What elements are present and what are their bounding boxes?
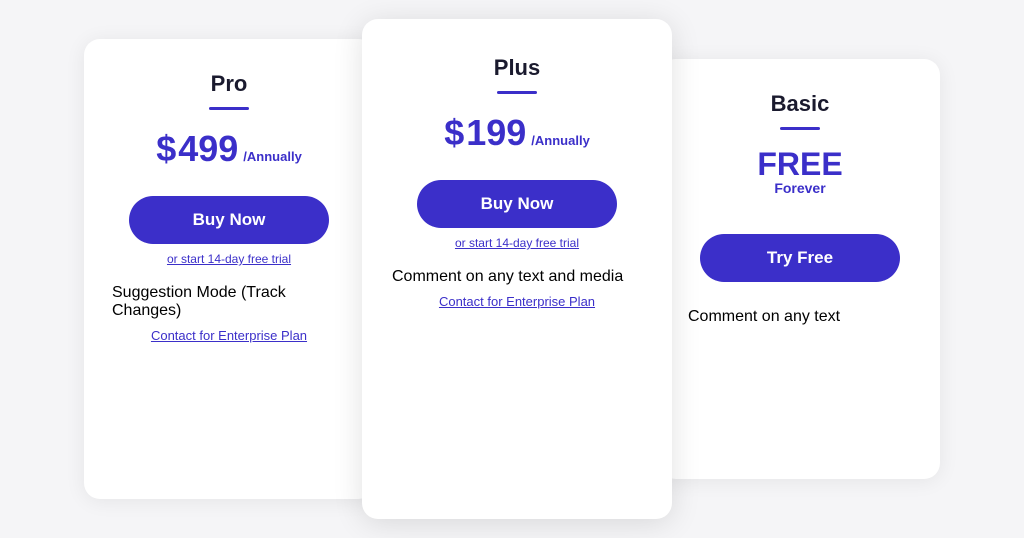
plus-price-period: /Annually xyxy=(531,133,590,148)
basic-title-underline xyxy=(780,127,820,130)
pro-card: Pro $ 499 /Annually Buy Now or start 14-… xyxy=(84,39,374,499)
pro-feature-list: Suggestion Mode (Track Changes) xyxy=(112,284,346,320)
pro-price-row: $ 499 /Annually xyxy=(156,128,302,170)
plus-price-row: $ 199 /Annually xyxy=(444,112,590,154)
plus-trial-link[interactable]: or start 14-day free trial xyxy=(455,236,579,250)
plus-price-block: $ 199 /Annually xyxy=(444,112,590,158)
plus-enterprise-link[interactable]: Contact for Enterprise Plan xyxy=(439,294,595,309)
pro-price-block: $ 499 /Annually xyxy=(156,128,302,174)
basic-title: Basic xyxy=(771,91,830,117)
pro-price-period: /Annually xyxy=(243,149,302,164)
pro-title: Pro xyxy=(211,71,248,97)
plus-card: Plus $ 199 /Annually Buy Now or start 14… xyxy=(362,19,672,519)
pro-price-dollar: $ xyxy=(156,128,176,170)
plus-feature-list: Comment on any text and media xyxy=(392,268,642,286)
plus-buy-button[interactable]: Buy Now xyxy=(417,180,617,228)
plus-price-dollar: $ xyxy=(444,112,464,154)
basic-try-button[interactable]: Try Free xyxy=(700,234,900,282)
basic-free-text: FREE xyxy=(757,148,842,180)
plus-price-amount: 199 xyxy=(466,112,526,154)
pro-title-underline xyxy=(209,107,249,110)
pro-price-amount: 499 xyxy=(178,128,238,170)
pro-trial-link[interactable]: or start 14-day free trial xyxy=(167,252,291,266)
basic-card: Basic FREE Forever Try Free Comment on a… xyxy=(660,59,940,479)
basic-price-block: FREE Forever xyxy=(757,148,842,212)
pricing-section: Pro $ 499 /Annually Buy Now or start 14-… xyxy=(32,19,992,519)
plus-title: Plus xyxy=(494,55,540,81)
pro-enterprise-link[interactable]: Contact for Enterprise Plan xyxy=(151,328,307,343)
basic-feature-list: Comment on any text xyxy=(688,308,912,326)
plus-title-underline xyxy=(497,91,537,94)
basic-free-sub: Forever xyxy=(774,180,825,196)
pro-buy-button[interactable]: Buy Now xyxy=(129,196,329,244)
